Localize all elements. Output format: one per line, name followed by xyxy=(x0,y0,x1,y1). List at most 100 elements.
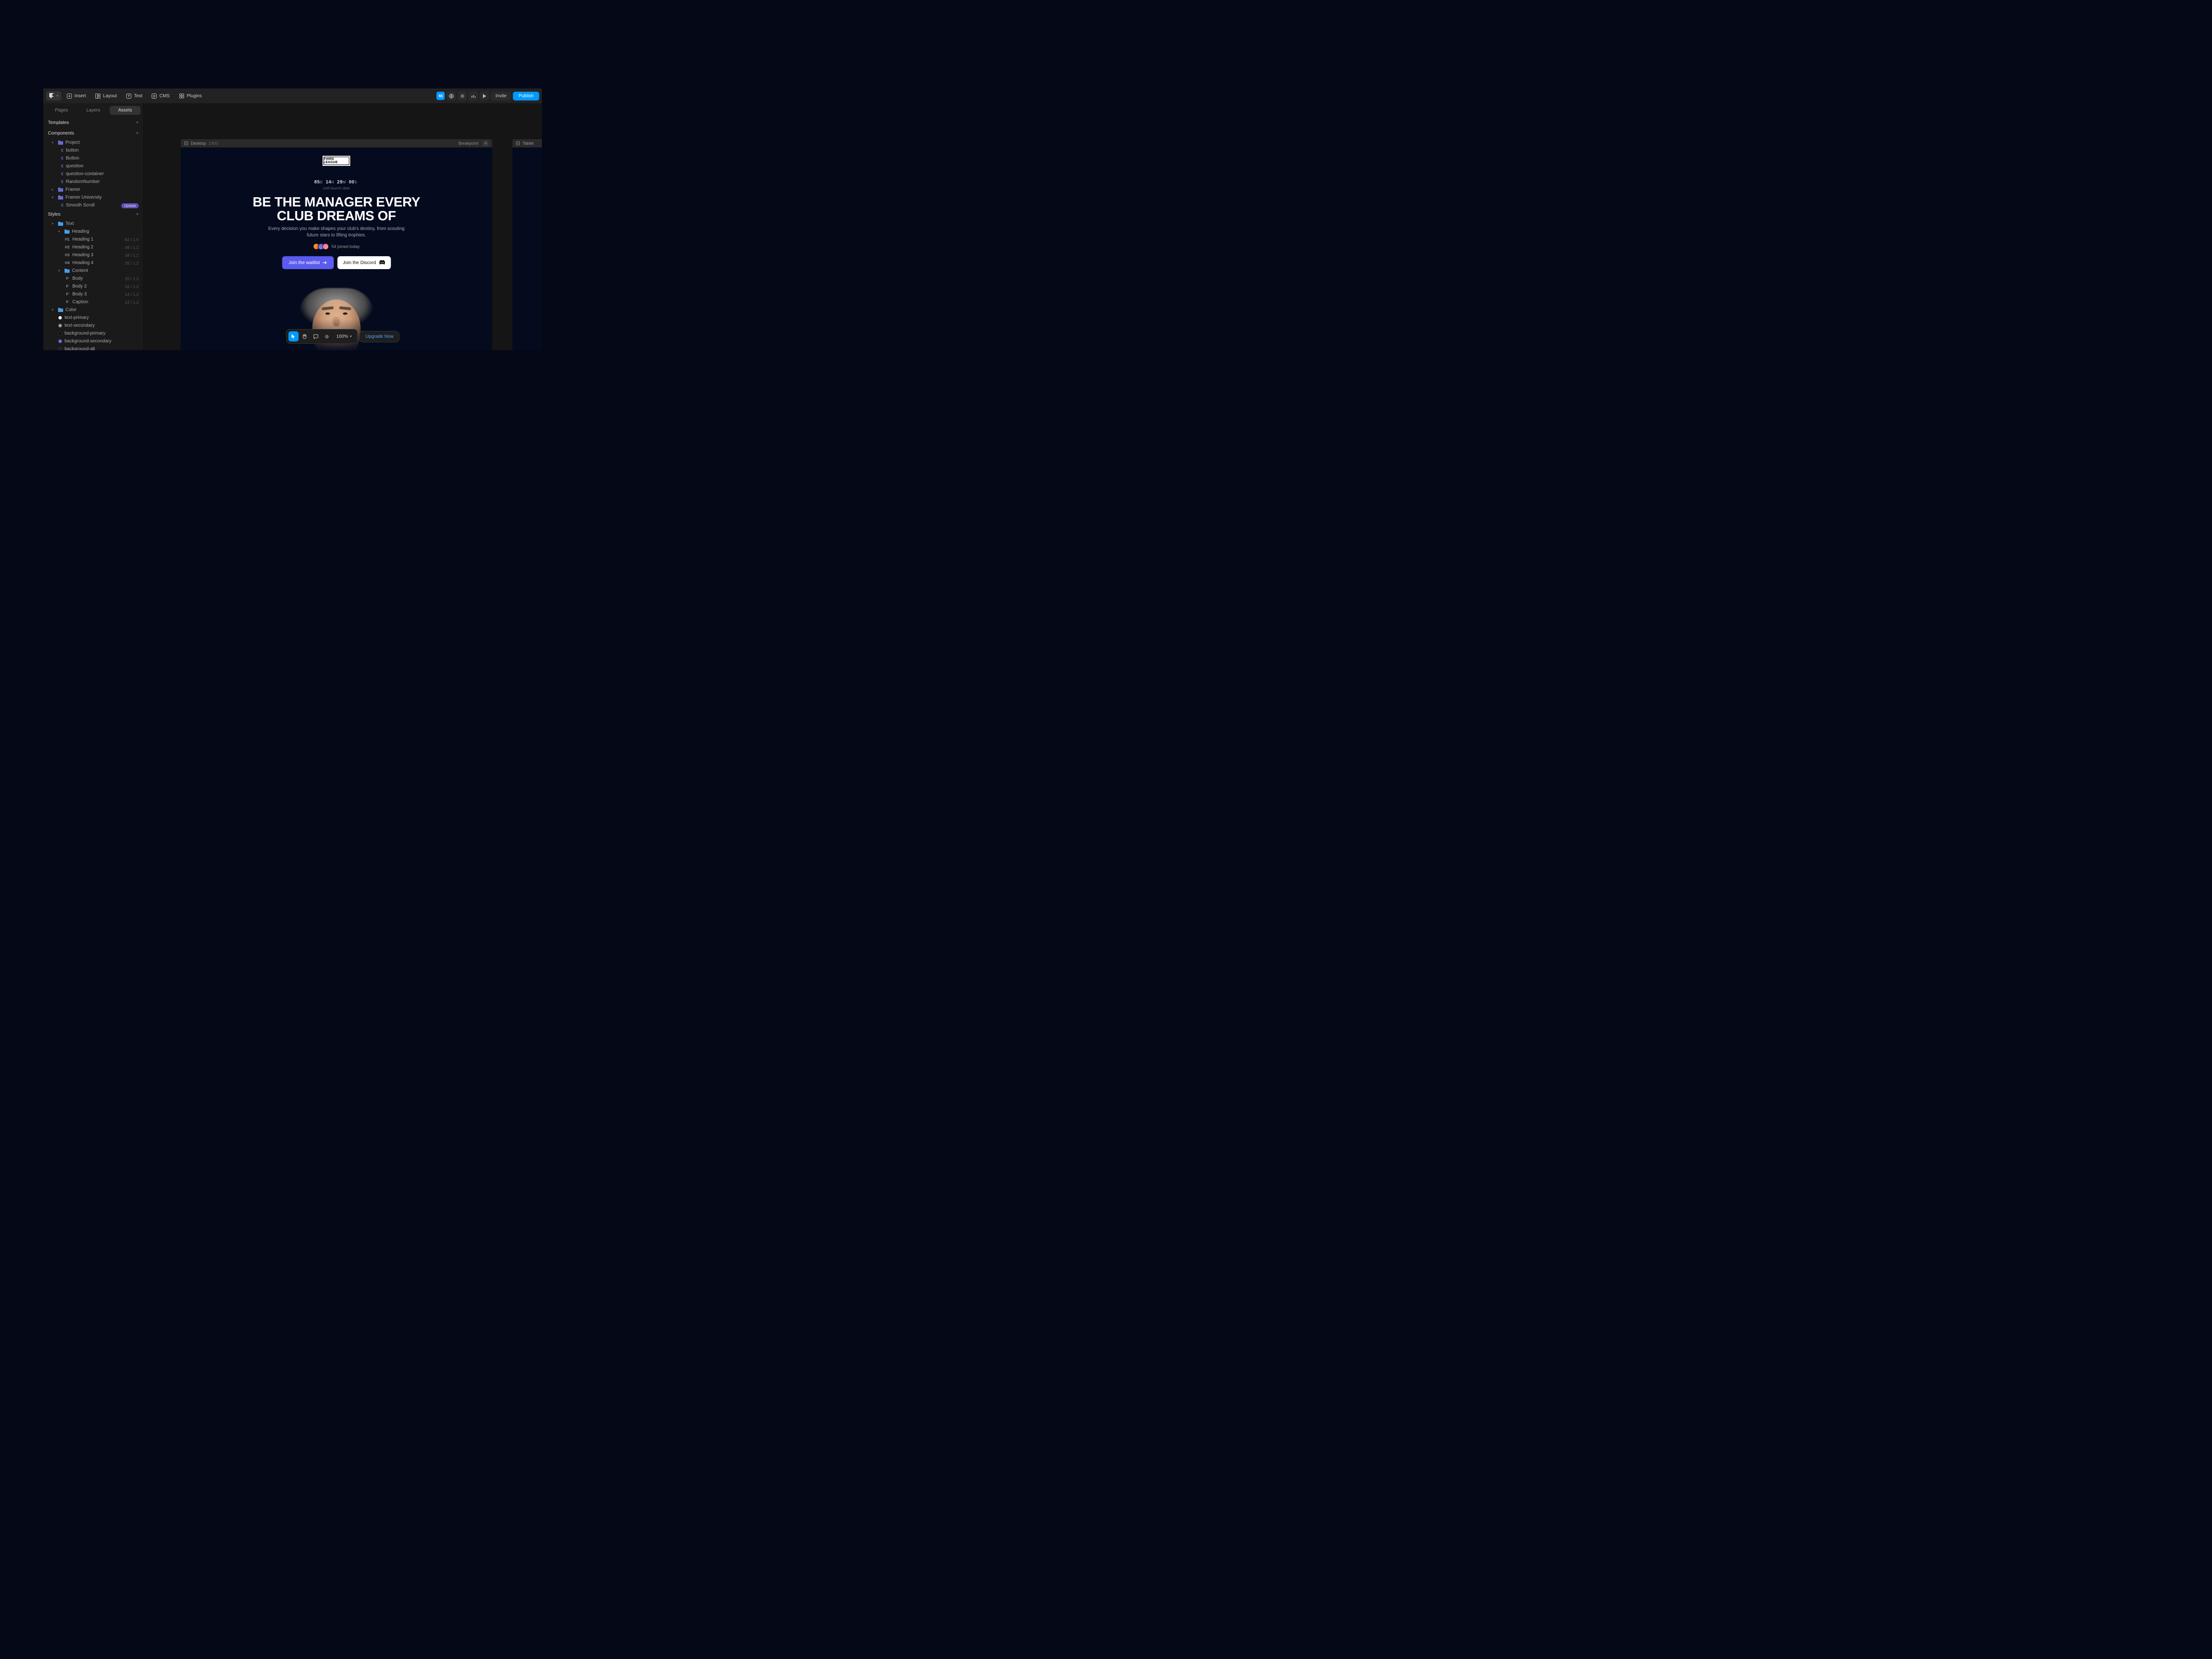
p-tag-icon: P xyxy=(65,300,70,304)
zoom-control[interactable]: 100% ▾ xyxy=(333,331,355,341)
tree-label: Framer xyxy=(65,187,80,192)
join-discord-button[interactable]: Join the Discord xyxy=(337,256,391,269)
play-icon xyxy=(516,141,520,145)
style-meta: 14 / 1.2 xyxy=(125,292,139,297)
globe-button[interactable] xyxy=(447,91,456,100)
layout-label: Layout xyxy=(103,94,117,99)
tab-pages[interactable]: Pages xyxy=(46,106,77,115)
layout-button[interactable]: Layout xyxy=(92,91,121,100)
plugins-button[interactable]: Plugins xyxy=(175,91,206,100)
section-templates[interactable]: Templates + xyxy=(43,118,143,128)
insert-button[interactable]: Insert xyxy=(63,91,90,100)
color-swatch-icon xyxy=(58,331,62,335)
upgrade-button[interactable]: Upgrade Now xyxy=(359,331,400,342)
style-meta: 12 / 1.2 xyxy=(125,300,139,305)
main-area: Pages Layers Assets Templates + Componen… xyxy=(43,103,542,350)
plus-icon[interactable]: + xyxy=(136,131,139,136)
tree-folder-project[interactable]: ▾ Project xyxy=(45,139,141,147)
color-swatch-icon xyxy=(58,324,62,328)
tree-label: Button xyxy=(66,156,79,161)
tree-component-question[interactable]: question xyxy=(45,162,141,170)
tree-style-body3[interactable]: PBody 3 14 / 1.2 xyxy=(45,290,141,298)
frame-header-tablet[interactable]: Tablet xyxy=(512,139,542,147)
cursor-tool[interactable] xyxy=(288,331,299,341)
tree-folder-framer[interactable]: ▸ Framer xyxy=(45,186,141,194)
tree-color-bg-secondary[interactable]: background-secondary xyxy=(45,337,141,345)
update-badge[interactable]: Update xyxy=(121,203,139,208)
section-components[interactable]: Components + xyxy=(43,128,143,139)
tree-label: Body 3 xyxy=(72,292,87,297)
tree-folder-text[interactable]: ▾ Text xyxy=(45,220,141,228)
p-tag-icon: P xyxy=(65,276,70,281)
tree-component-question-container[interactable]: question-container xyxy=(45,170,141,178)
countdown-sub: until launch date xyxy=(314,186,359,190)
cms-button[interactable]: CMS xyxy=(148,91,173,100)
tab-layers[interactable]: Layers xyxy=(78,106,109,115)
color-swatch-icon xyxy=(58,316,62,320)
preview-button[interactable] xyxy=(480,91,489,100)
color-swatch-icon xyxy=(58,339,62,343)
canvas[interactable]: Desktop 1400 Breakpoint + THIRD LEAGUE 8… xyxy=(144,103,542,350)
topbar-right: Mi Invite Publish xyxy=(436,91,539,100)
tree-style-h4[interactable]: H4Heading 426 / 1.2 xyxy=(45,259,141,267)
tree-component-randomnumber[interactable]: RandomNumber xyxy=(45,178,141,186)
component-icon xyxy=(58,164,64,168)
tree-folder-framer-university[interactable]: ▾ Framer University xyxy=(45,194,141,201)
style-meta: 20 / 1.2 xyxy=(125,276,139,281)
topbar: ▾ Insert Layout Text CMS Plugins Mi xyxy=(43,88,542,103)
component-icon xyxy=(58,203,64,207)
section-styles-label: Styles xyxy=(48,212,60,217)
tab-assets[interactable]: Assets xyxy=(110,106,141,115)
color-swatch-icon xyxy=(58,347,62,350)
tree-folder-color[interactable]: ▾ Color xyxy=(45,306,141,314)
tree-component-button-cap[interactable]: Button xyxy=(45,154,141,162)
folder-icon xyxy=(58,222,63,226)
user-avatar[interactable]: Mi xyxy=(436,92,445,100)
plus-icon[interactable]: + xyxy=(136,212,139,217)
logo-menu[interactable]: ▾ xyxy=(46,91,61,100)
tree-folder-content[interactable]: ▾ Content xyxy=(45,267,141,275)
settings-button[interactable] xyxy=(458,91,467,100)
left-sidebar: Pages Layers Assets Templates + Componen… xyxy=(43,103,144,350)
comment-tool[interactable] xyxy=(311,331,321,341)
tree-style-h1[interactable]: H1Heading 162 / 1.0 xyxy=(45,235,141,243)
tree-color-text-secondary[interactable]: text-secondary xyxy=(45,322,141,329)
tree-color-bg-alt[interactable]: background-alt xyxy=(45,345,141,350)
tree-label: Body 2 xyxy=(72,284,87,289)
frame-desktop[interactable]: THIRD LEAGUE 85D 14H 29M 00S until launc… xyxy=(181,147,492,350)
theme-tool[interactable] xyxy=(322,331,332,341)
p-tag-icon: P xyxy=(65,292,70,296)
tree-style-body2[interactable]: PBody 216 / 1.2 xyxy=(45,282,141,290)
style-meta: 62 / 1.0 xyxy=(125,237,139,242)
cms-label: CMS xyxy=(159,94,170,99)
tree-component-button[interactable]: button xyxy=(45,147,141,154)
tree-label: text-secondary xyxy=(65,323,95,328)
tree-style-h2[interactable]: H2Heading 248 / 1.2 xyxy=(45,243,141,251)
folder-icon xyxy=(58,195,63,200)
tree-component-smooth-scroll[interactable]: Smooth Scroll Update xyxy=(45,201,141,209)
tree-style-h3[interactable]: H3Heading 334 / 1.2 xyxy=(45,251,141,259)
add-breakpoint-button[interactable]: + xyxy=(483,141,488,146)
publish-button[interactable]: Publish xyxy=(513,92,539,100)
join-waitlist-button[interactable]: Join the waitlist xyxy=(282,256,334,269)
styles-tree: ▾ Text ▾ Heading H1Heading 162 / 1.0 H2H… xyxy=(43,220,143,350)
tree-color-bg-primary[interactable]: background-primary xyxy=(45,329,141,337)
invite-button[interactable]: Invite xyxy=(491,92,511,100)
sidebar-tabs: Pages Layers Assets xyxy=(43,103,143,118)
analytics-button[interactable] xyxy=(469,91,478,100)
tree-folder-heading[interactable]: ▾ Heading xyxy=(45,228,141,235)
frame-header-desktop[interactable]: Desktop 1400 Breakpoint + xyxy=(181,139,492,147)
tree-label: Text xyxy=(65,221,74,226)
tree-style-body[interactable]: PBody20 / 1.2 xyxy=(45,275,141,282)
plus-icon[interactable]: + xyxy=(136,120,139,125)
frame-tablet[interactable] xyxy=(512,147,542,350)
tree-color-text-primary[interactable]: text-primary xyxy=(45,314,141,322)
caret-icon: ▾ xyxy=(52,141,55,145)
toolbar-tools: 100% ▾ xyxy=(286,329,358,344)
section-styles[interactable]: Styles + xyxy=(43,209,143,220)
joined-avatars xyxy=(313,243,329,250)
text-button[interactable]: Text xyxy=(123,91,146,100)
tree-style-caption[interactable]: PCaption12 / 1.2 xyxy=(45,298,141,306)
hand-tool[interactable] xyxy=(300,331,310,341)
text-label: Text xyxy=(134,94,142,99)
